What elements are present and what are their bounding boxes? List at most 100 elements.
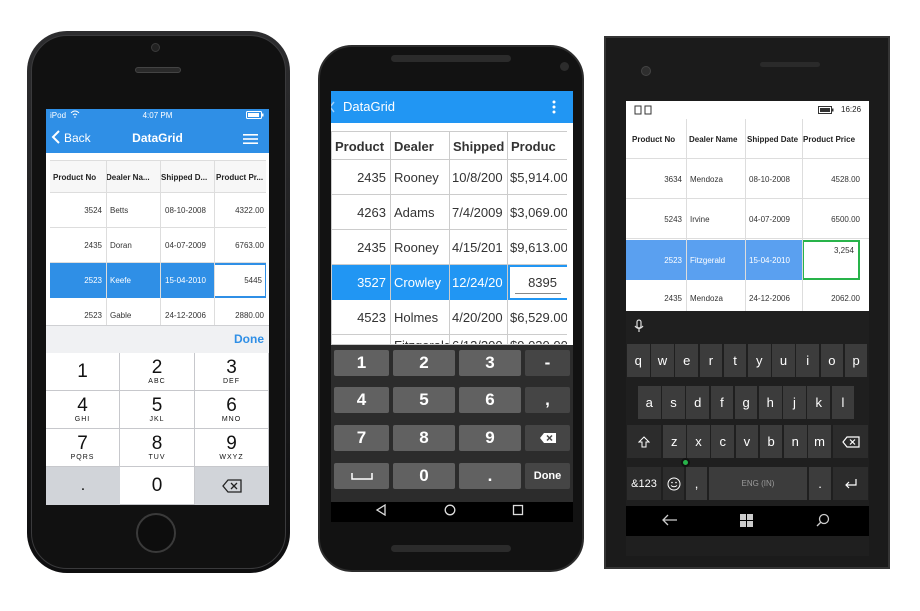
grid-cell[interactable]: 24-12-2006 [749,281,803,311]
grid-cell[interactable]: Crowley [394,265,449,300]
grid-cell[interactable]: Rooney [394,160,449,195]
grid-cell[interactable]: 7/4/2009 [452,195,508,230]
key-2[interactable]: 2 ABC [120,353,195,391]
key-1[interactable]: 1 [46,353,120,391]
key-x[interactable]: x [687,425,710,458]
key-1[interactable]: 1 [334,350,389,376]
key-r[interactable]: r [699,344,723,377]
grid-cell[interactable]: Irvine [690,199,746,239]
grid-cell[interactable]: 04-07-2009 [749,199,803,239]
done-key[interactable]: Done [525,463,570,489]
key-backspace[interactable] [195,467,269,505]
key-comma[interactable]: , [525,387,570,413]
column-header[interactable]: Product No [632,119,684,159]
column-header[interactable]: Shipped D... [161,161,213,193]
grid-cell[interactable]: $3,069.00 [510,195,567,230]
enter-key[interactable] [833,467,868,500]
grid-cell[interactable]: 5243 [626,199,682,239]
key-2[interactable]: 2 [393,350,455,376]
grid-cell[interactable]: $9,613.00 [510,230,567,265]
grid-cell[interactable]: $5,914.00 [510,160,567,195]
grid-cell[interactable]: Betts [110,193,160,228]
more-vert-icon[interactable] [552,100,556,114]
key-q[interactable]: q [627,344,650,377]
grid-cell[interactable]: 4/20/200 [452,300,508,335]
key-a[interactable]: a [638,386,661,419]
key-t[interactable]: t [723,344,747,377]
key-5[interactable]: 5 [393,387,455,413]
grid-cell[interactable]: Fitzgerald [394,335,449,345]
grid-cell[interactable]: 3524 [50,193,102,228]
key-o[interactable]: o [820,344,844,377]
key-p[interactable]: p [844,344,868,377]
editing-cell[interactable]: 8395 [509,266,567,299]
grid-cell[interactable]: 4528.00 [804,159,860,199]
key-6[interactable]: 6 [459,387,521,413]
key-8[interactable]: 8 TUV [120,429,195,467]
grid-cell[interactable]: Rooney [394,230,449,265]
key-z[interactable]: z [663,425,686,458]
key-h[interactable]: h [759,386,782,419]
column-header[interactable]: Dealer [394,132,449,160]
grid-cell[interactable]: 2435 [332,230,386,265]
key-backspace[interactable] [525,425,570,451]
key-g[interactable]: g [734,386,758,419]
grid-cell[interactable]: 6763.00 [216,228,264,263]
key-space[interactable] [334,463,389,489]
iphone-home-button[interactable] [136,513,176,553]
column-header[interactable]: Dealer Na... [106,161,159,193]
column-header[interactable]: Product Price [803,119,869,159]
editing-cell[interactable]: 5445 [214,264,266,297]
key-9[interactable]: 9 WXYZ [195,429,269,467]
key-4[interactable]: 4 GHI [46,391,120,429]
column-header[interactable]: Product [335,132,390,160]
key-y[interactable]: y [748,344,771,377]
cursor-knob[interactable] [681,458,690,467]
grid-cell[interactable]: 08-10-2008 [749,159,803,199]
microphone-icon[interactable] [634,319,644,333]
grid-cell[interactable]: 12/24/20 [452,265,508,300]
grid-cell[interactable]: 6500.00 [804,199,860,239]
grid-cell[interactable]: 4322.00 [216,193,264,228]
key-c[interactable]: c [711,425,734,458]
key-period[interactable]: . [459,463,521,489]
grid-cell[interactable]: 3527 [332,265,386,300]
space-bar[interactable]: ENG (IN) [709,467,807,500]
key-0[interactable]: 0 [120,467,195,505]
key-m[interactable]: m [808,425,831,458]
windows-icon[interactable] [740,514,753,527]
column-header[interactable]: Shipped Date [747,119,803,159]
grid-cell[interactable]: 6/13/200 [452,335,508,345]
key-l[interactable]: l [831,386,855,419]
key-j[interactable]: j [783,386,806,419]
grid-cell[interactable]: Holmes [394,300,449,335]
key-u[interactable]: u [772,344,795,377]
grid-cell[interactable]: Fitzgerald [690,240,746,280]
key-e[interactable]: e [675,344,698,377]
grid-cell[interactable]: 2435 [50,228,102,263]
key-s[interactable]: s [662,386,685,419]
grid-cell[interactable]: $9,030.00 [510,335,567,345]
key-3[interactable]: 3 [459,350,521,376]
menu-icon[interactable] [243,134,258,144]
key-f[interactable]: f [710,386,734,419]
grid-cell[interactable]: 2523 [50,263,102,298]
grid-cell[interactable]: 4523 [332,300,386,335]
key-7[interactable]: 7 [334,425,389,451]
grid-cell[interactable]: 2062.00 [804,281,860,311]
grid-cell[interactable]: 3634 [626,159,682,199]
key-d[interactable]: d [686,386,709,419]
grid-cell[interactable]: Mendoza [690,281,746,311]
key-7[interactable]: 7 PQRS [46,429,120,467]
search-icon[interactable] [816,513,830,527]
key-4[interactable]: 4 [334,387,389,413]
key-3[interactable]: 3 DEF [195,353,269,391]
key-5[interactable]: 5 JKL [120,391,195,429]
grid-cell[interactable]: 15-04-2010 [749,240,803,280]
key-w[interactable]: w [651,344,674,377]
column-header[interactable]: Shipped [453,132,508,160]
done-button[interactable]: Done [234,332,264,346]
column-header[interactable]: Produc [511,132,567,160]
key-decimal[interactable]: . [46,467,120,505]
grid-cell[interactable]: 2435 [332,160,386,195]
